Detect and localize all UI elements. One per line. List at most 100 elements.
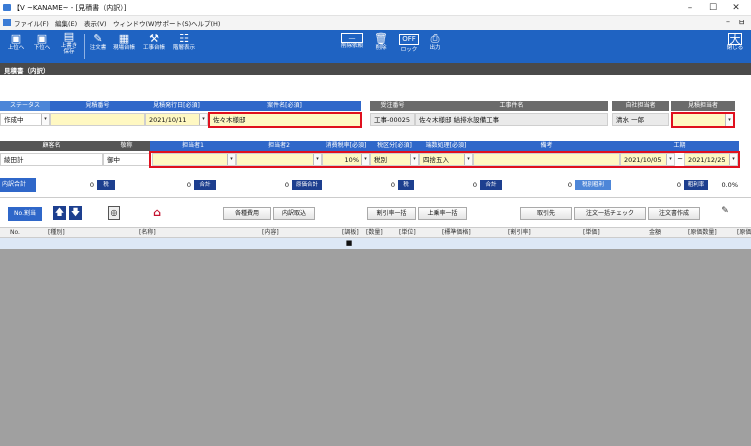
app-menu-icon[interactable] [3, 19, 11, 26]
chevron-down-icon[interactable]: ▾ [410, 154, 418, 165]
menu-window[interactable]: ウィンドウ(W) [113, 18, 157, 28]
close-screen-button[interactable]: 大閉じる [723, 30, 747, 63]
move-up-button[interactable]: 🡅 [53, 206, 66, 220]
various-costs-button[interactable]: 各種費用 [223, 207, 271, 220]
order-bulk-check-button[interactable]: 注文一括チェック [574, 207, 646, 220]
menu-help[interactable]: ヘルプ(H) [191, 18, 220, 28]
subtotal-label: 内訳合計 [0, 178, 36, 192]
table-row[interactable]: ■ [0, 238, 751, 249]
staff1-select[interactable]: ▾ [152, 153, 236, 166]
chevron-down-icon[interactable]: ▾ [199, 114, 207, 125]
copy-icon[interactable]: ◎ [108, 206, 120, 220]
col-unit-price[interactable]: [単価] [583, 228, 600, 238]
header-estimate-staff: 見積担当者 [671, 101, 735, 111]
row-checkbox[interactable]: ■ [345, 239, 353, 247]
minimize-button[interactable]: – [683, 2, 697, 14]
tree-icon: ☷ [179, 32, 189, 45]
col-name[interactable]: [名称] [139, 228, 156, 238]
tax-rate-select[interactable]: 10% ▾ [322, 153, 370, 166]
save-icon: ▤ [63, 30, 75, 43]
chevron-down-icon[interactable]: ▾ [227, 154, 235, 165]
print-icon: ⎙ [430, 32, 440, 45]
save-button[interactable]: ▤ 上書き 保存 [57, 30, 81, 63]
col-cost-qty[interactable]: [原価数量] [688, 228, 717, 238]
delete-request-icon: — [341, 33, 363, 43]
tax-class-select[interactable]: 税別 ▾ [370, 153, 419, 166]
staff2-select[interactable]: ▾ [236, 153, 322, 166]
col-discount[interactable]: [割引率] [508, 228, 531, 238]
mdi-minimize-button[interactable]: – [726, 17, 730, 26]
pencil-icon[interactable]: ✎ [719, 206, 731, 220]
tax-value: 0 [186, 181, 191, 189]
tree-view-button[interactable]: ☷ 階層表示 [170, 30, 198, 63]
profit-rate-label: 粗利率 [684, 180, 708, 190]
delete-row-icon[interactable]: ⌂ [151, 205, 163, 220]
chevron-down-icon[interactable]: ▾ [464, 154, 472, 165]
col-type[interactable]: [種別] [48, 228, 65, 238]
period-tilde: ~ [677, 155, 683, 163]
move-down-button[interactable]: 🡇 [69, 206, 82, 220]
note-field[interactable] [473, 153, 620, 166]
up-level-button[interactable]: ▣ 上位へ [4, 30, 28, 63]
tax-unit: 税 [97, 180, 115, 190]
chevron-down-icon[interactable]: ▾ [729, 154, 737, 165]
mdi-restore-button[interactable]: ㅂ [738, 17, 745, 28]
maximize-button[interactable]: ☐ [706, 2, 720, 14]
col-content[interactable]: [内容] [262, 228, 279, 238]
header-work-name: 工事件名 [415, 101, 608, 111]
import-breakdown-button[interactable]: 内訳取込 [273, 207, 315, 220]
toolbar: ▣ 上位へ ▣ 下位へ ▤ 上書き 保存 ✎ 注文書 ▦ 現場台帳 ⚒ 工事台帳 ☷ 階層表示… [0, 30, 751, 63]
delete-button[interactable]: 🗑 削除 [370, 30, 392, 63]
discount-bulk-button[interactable]: 割引率一括 [367, 207, 416, 220]
status-select[interactable]: 作成中 ▾ [0, 113, 50, 126]
supplier-button[interactable]: 取引先 [520, 207, 572, 220]
work-ledger-button[interactable]: ⚒ 工事台帳 [140, 30, 168, 63]
chevron-down-icon[interactable]: ▾ [725, 114, 733, 126]
estimate-staff-select[interactable]: ▾ [671, 112, 735, 128]
col-unit[interactable]: [単位] [399, 228, 416, 238]
header-project-name: 案件名[必須] [208, 101, 361, 111]
chevron-down-icon[interactable]: ▾ [361, 154, 369, 165]
menu-view[interactable]: 表示(V) [84, 18, 107, 28]
work-ledger-icon: ⚒ [149, 32, 159, 45]
cost-sum-value: 0 [567, 181, 572, 189]
grid-body[interactable] [0, 238, 751, 446]
menu-support[interactable]: サポート(S) [156, 18, 191, 28]
customer-field[interactable]: 綾田計 [0, 153, 103, 166]
chevron-down-icon[interactable]: ▾ [41, 114, 49, 125]
order-button[interactable]: ✎ 注文書 [86, 30, 110, 63]
honorific-field[interactable]: 御中 [103, 153, 150, 166]
project-name-field[interactable]: 佐々木様邸 [208, 112, 362, 128]
col-adjust[interactable]: [調板] [342, 228, 359, 238]
chevron-down-icon[interactable]: ▾ [313, 154, 321, 165]
header-own-staff: 自社担当者 [612, 101, 669, 111]
menu-file[interactable]: ファイル(F) [14, 18, 49, 28]
col-qty[interactable]: [数量] [366, 228, 383, 238]
rounding-select[interactable]: 四捨五入 ▾ [419, 153, 473, 166]
menu-edit[interactable]: 編集(E) [55, 18, 77, 28]
col-cost[interactable]: [原価 [737, 228, 751, 238]
header-order-no: 受注番号 [370, 101, 415, 111]
period-from-field[interactable]: 2021/10/05 ▾ [620, 153, 675, 166]
header-note: 備考 [473, 141, 620, 151]
site-ledger-icon: ▦ [118, 32, 130, 45]
close-door-icon: 大 [728, 33, 742, 46]
markup-bulk-button[interactable]: 上乗率一括 [418, 207, 467, 220]
period-to-field[interactable]: 2021/12/25 ▾ [684, 153, 738, 166]
down-level-button[interactable]: ▣ 下位へ [30, 30, 54, 63]
output-button[interactable]: ⎙ 出力 [424, 30, 446, 63]
lock-toggle-button[interactable]: OFF ロック [396, 30, 422, 63]
delete-request-button[interactable]: — 削除依頼 [337, 30, 367, 63]
chevron-down-icon[interactable]: ▾ [666, 154, 674, 165]
close-window-button[interactable]: ✕ [729, 2, 743, 14]
col-amount[interactable]: 金額 [649, 228, 661, 238]
title-bar: 【V ~KANAME~ - [見積書（内訳）] – ☐ ✕ [0, 0, 751, 16]
estimate-no-field[interactable] [50, 113, 145, 126]
create-order-button[interactable]: 注文書作成 [648, 207, 700, 220]
issue-date-field[interactable]: 2021/10/11 ▾ [145, 113, 208, 126]
col-no[interactable]: No. [10, 228, 20, 238]
menu-bar: ファイル(F) 編集(E) 表示(V) ウィンドウ(W) サポート(S) ヘルプ… [0, 16, 751, 30]
col-std-price[interactable]: [標準価格] [442, 228, 471, 238]
renumber-button[interactable]: No.割当 [8, 207, 42, 221]
site-ledger-button[interactable]: ▦ 現場台帳 [110, 30, 138, 63]
